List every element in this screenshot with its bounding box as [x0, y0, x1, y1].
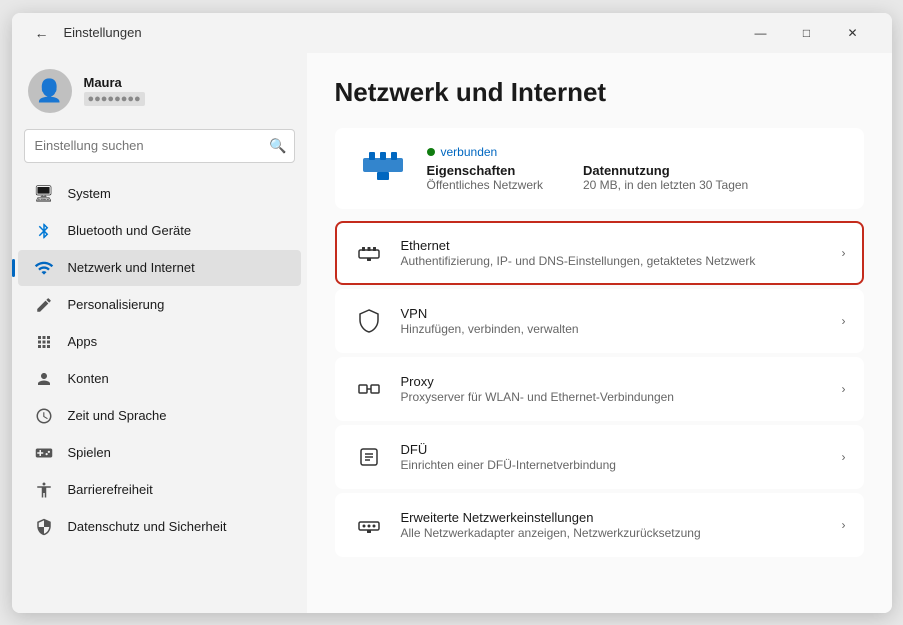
ethernet-title: Ethernet	[401, 238, 826, 253]
sidebar-item-label: Apps	[68, 334, 98, 349]
data-usage-label: Datennutzung	[583, 163, 748, 178]
dfue-desc: Einrichten einer DFÜ-Internetverbindung	[401, 458, 826, 472]
system-icon: 🖥	[34, 184, 54, 204]
user-info: Maura ●●●●●●●●	[84, 75, 145, 106]
status-dot	[427, 148, 435, 156]
sidebar-item-label: Spielen	[68, 445, 111, 460]
ethernet-text: Ethernet Authentifizierung, IP- und DNS-…	[401, 238, 826, 268]
advanced-network-icon	[353, 509, 385, 541]
sidebar-item-barrierefreiheit[interactable]: Barrierefreiheit	[18, 472, 301, 508]
data-usage-info: Datennutzung 20 MB, in den letzten 30 Ta…	[583, 163, 748, 192]
properties-label: Eigenschaften	[427, 163, 544, 178]
erweitert-desc: Alle Netzwerkadapter anzeigen, Netzwerkz…	[401, 526, 826, 540]
properties-value: Öffentliches Netzwerk	[427, 178, 544, 192]
sidebar-item-system[interactable]: 🖥 System	[18, 176, 301, 212]
settings-item-vpn[interactable]: VPN Hinzufügen, verbinden, verwalten ›	[335, 289, 864, 353]
proxy-desc: Proxyserver für WLAN- und Ethernet-Verbi…	[401, 390, 826, 404]
search-box: 🔍	[24, 129, 295, 163]
settings-item-dfue[interactable]: DFÜ Einrichten einer DFÜ-Internetverbind…	[335, 425, 864, 489]
settings-item-erweitert[interactable]: Erweiterte Netzwerkeinstellungen Alle Ne…	[335, 493, 864, 557]
main-content: Netzwerk und Internet	[307, 53, 892, 613]
sidebar-item-label: Personalisierung	[68, 297, 165, 312]
erweitert-text: Erweiterte Netzwerkeinstellungen Alle Ne…	[401, 510, 826, 540]
ethernet-icon	[353, 237, 385, 269]
vpn-text: VPN Hinzufügen, verbinden, verwalten	[401, 306, 826, 336]
privacy-icon	[34, 517, 54, 537]
vpn-icon	[353, 305, 385, 337]
window-controls: — □ ✕	[738, 17, 876, 49]
settings-list: Ethernet Authentifizierung, IP- und DNS-…	[335, 221, 864, 557]
sidebar-nav: 🖥 System Bluetooth und Geräte Netzwerk u…	[12, 175, 307, 546]
apps-icon	[34, 332, 54, 352]
content-area: 👤 Maura ●●●●●●●● 🔍 🖥 System	[12, 53, 892, 613]
sidebar-item-label: System	[68, 186, 111, 201]
accounts-icon	[34, 369, 54, 389]
user-icon: 👤	[36, 78, 63, 104]
sidebar: 👤 Maura ●●●●●●●● 🔍 🖥 System	[12, 53, 307, 613]
vpn-desc: Hinzufügen, verbinden, verwalten	[401, 322, 826, 336]
chevron-right-icon: ›	[842, 314, 846, 328]
chevron-right-icon: ›	[842, 246, 846, 260]
dfue-title: DFÜ	[401, 442, 826, 457]
ethernet-large-icon	[355, 144, 411, 193]
chevron-right-icon: ›	[842, 382, 846, 396]
titlebar: ← Einstellungen — □ ✕	[12, 13, 892, 53]
page-title: Netzwerk und Internet	[335, 77, 864, 108]
proxy-title: Proxy	[401, 374, 826, 389]
sidebar-item-spielen[interactable]: Spielen	[18, 435, 301, 471]
chevron-right-icon: ›	[842, 450, 846, 464]
ethernet-desc: Authentifizierung, IP- und DNS-Einstellu…	[401, 254, 826, 268]
sidebar-item-netzwerk[interactable]: Netzwerk und Internet	[18, 250, 301, 286]
sidebar-item-apps[interactable]: Apps	[18, 324, 301, 360]
sidebar-item-konten[interactable]: Konten	[18, 361, 301, 397]
dialup-icon	[353, 441, 385, 473]
bluetooth-icon	[34, 221, 54, 241]
settings-item-ethernet[interactable]: Ethernet Authentifizierung, IP- und DNS-…	[335, 221, 864, 285]
erweitert-title: Erweiterte Netzwerkeinstellungen	[401, 510, 826, 525]
sidebar-item-label: Datenschutz und Sicherheit	[68, 519, 227, 534]
proxy-text: Proxy Proxyserver für WLAN- und Ethernet…	[401, 374, 826, 404]
close-button[interactable]: ✕	[830, 17, 876, 49]
user-section: 👤 Maura ●●●●●●●●	[12, 61, 307, 129]
chevron-right-icon: ›	[842, 518, 846, 532]
user-name: Maura	[84, 75, 145, 90]
properties-info: Eigenschaften Öffentliches Netzwerk	[427, 163, 544, 192]
titlebar-title: Einstellungen	[64, 25, 142, 40]
data-usage-value: 20 MB, in den letzten 30 Tagen	[583, 178, 748, 192]
settings-item-proxy[interactable]: Proxy Proxyserver für WLAN- und Ethernet…	[335, 357, 864, 421]
time-icon	[34, 406, 54, 426]
settings-window: ← Einstellungen — □ ✕ 👤 Maura ●●●●●●●●	[12, 13, 892, 613]
avatar: 👤	[28, 69, 72, 113]
sidebar-item-label: Konten	[68, 371, 109, 386]
proxy-icon	[353, 373, 385, 405]
sidebar-item-label: Zeit und Sprache	[68, 408, 167, 423]
minimize-button[interactable]: —	[738, 17, 784, 49]
dfue-text: DFÜ Einrichten einer DFÜ-Internetverbind…	[401, 442, 826, 472]
accessibility-icon	[34, 480, 54, 500]
connection-status: verbunden	[427, 145, 749, 159]
search-icon: 🔍	[269, 137, 286, 154]
sidebar-item-label: Bluetooth und Geräte	[68, 223, 192, 238]
back-button[interactable]: ←	[28, 19, 56, 47]
personalization-icon	[34, 295, 54, 315]
network-status-card: verbunden Eigenschaften Öffentliches Net…	[335, 128, 864, 209]
vpn-title: VPN	[401, 306, 826, 321]
search-input[interactable]	[24, 129, 295, 163]
network-info: verbunden Eigenschaften Öffentliches Net…	[427, 145, 749, 192]
sidebar-item-label: Barrierefreiheit	[68, 482, 153, 497]
maximize-button[interactable]: □	[784, 17, 830, 49]
sidebar-item-zeit[interactable]: Zeit und Sprache	[18, 398, 301, 434]
network-properties-row: Eigenschaften Öffentliches Netzwerk Date…	[427, 163, 749, 192]
user-email: ●●●●●●●●	[84, 92, 145, 106]
network-icon	[34, 258, 54, 278]
sidebar-item-bluetooth[interactable]: Bluetooth und Geräte	[18, 213, 301, 249]
sidebar-item-datenschutz[interactable]: Datenschutz und Sicherheit	[18, 509, 301, 545]
gaming-icon	[34, 443, 54, 463]
sidebar-item-personalisierung[interactable]: Personalisierung	[18, 287, 301, 323]
sidebar-item-label: Netzwerk und Internet	[68, 260, 195, 275]
